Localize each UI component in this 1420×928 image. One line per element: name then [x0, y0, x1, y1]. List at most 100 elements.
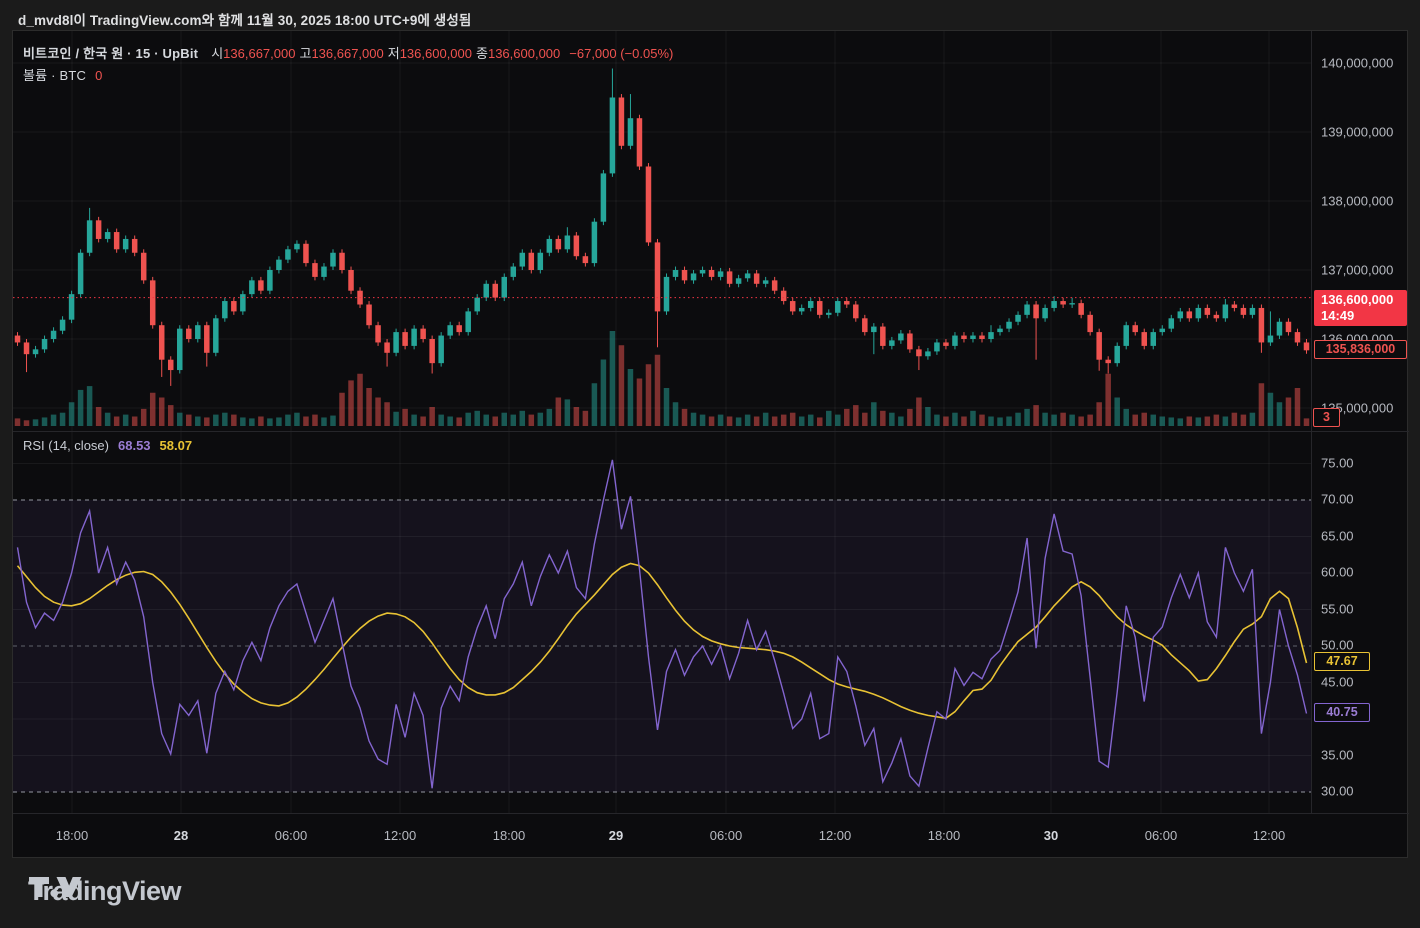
candle-body [592, 222, 598, 263]
volume-bar [700, 415, 706, 426]
rsi-axis-label: 50.00 [1321, 638, 1354, 653]
candle-body [628, 118, 634, 146]
candle-body [691, 273, 697, 280]
candle-body [123, 239, 129, 249]
candle-body [1295, 332, 1301, 342]
ohlc-value: 136,667,000 [223, 46, 295, 61]
volume-bar [826, 411, 832, 426]
candle-body [898, 333, 904, 340]
time-axis-label: 28 [174, 828, 188, 843]
candle-body [456, 325, 462, 332]
candle-body [1268, 336, 1274, 343]
rsi-pane[interactable]: RSI (14, close) 68.53 58.07 [13, 431, 1409, 813]
candle-body [943, 342, 949, 345]
candle-body [465, 311, 471, 332]
rsi-legend-title: RSI (14, close) [23, 438, 109, 453]
candle-body [276, 260, 282, 270]
candle-body [934, 342, 940, 351]
candle-body [429, 339, 435, 363]
volume-bar [664, 388, 670, 426]
candle-body [96, 220, 102, 239]
volume-bar [1024, 409, 1030, 426]
volume-bar [60, 413, 65, 426]
price-scale[interactable]: 136,600,000 14:49 135,836,000 3 140,000,… [1311, 31, 1409, 431]
candle-body [1141, 332, 1147, 346]
candle-body [1006, 322, 1012, 329]
rsi-axis-label: 70.00 [1321, 492, 1354, 507]
volume-bar [1105, 374, 1111, 426]
volume-bar [1295, 388, 1301, 426]
candle-body [186, 329, 192, 339]
candle-body [1187, 311, 1193, 318]
candle-body [610, 98, 616, 174]
volume-bar [258, 417, 264, 427]
time-axis-label: 12:00 [819, 828, 852, 843]
volume-bar [249, 418, 255, 426]
volume-bar [1151, 415, 1157, 426]
volume-bar [492, 417, 498, 427]
candle-body [961, 336, 967, 339]
volume-bar [916, 398, 922, 427]
volume-bar [583, 411, 589, 426]
ohlc-label: 시 [211, 46, 223, 61]
candle-body [727, 271, 733, 283]
ohlc-label: 고 [299, 46, 311, 61]
volume-bar [195, 417, 201, 427]
volume-bar [970, 411, 976, 426]
volume-bar [96, 407, 102, 426]
rsi-axis-label: 35.00 [1321, 747, 1354, 762]
volume-bar [168, 405, 174, 426]
candle-body [997, 329, 1003, 332]
price-chart-canvas[interactable] [13, 31, 1311, 431]
volume-bar [1051, 415, 1057, 426]
volume-value-badge: 3 [1313, 408, 1340, 427]
candle-body [240, 294, 246, 311]
volume-bar [1304, 418, 1310, 426]
candle-body [718, 271, 724, 277]
volume-bar [1232, 413, 1238, 426]
candle-body [529, 253, 535, 270]
volume-bar [1178, 418, 1184, 426]
time-scale[interactable]: 18:002806:0012:0018:002906:0012:0018:003… [13, 813, 1409, 858]
tradingview-logo[interactable]: TradingView [28, 876, 181, 907]
volume-bar [1241, 415, 1247, 426]
volume-bar [934, 415, 940, 426]
candle-body [213, 318, 219, 353]
candle-body [664, 277, 670, 312]
volume-bar [78, 390, 84, 426]
candle-body [808, 301, 814, 308]
volume-legend: 볼륨 · BTC 0 [23, 65, 102, 84]
volume-bar [1096, 402, 1102, 426]
volume-bar [808, 415, 814, 426]
candle-body [132, 239, 138, 253]
volume-bar [1006, 417, 1012, 427]
volume-bar [123, 415, 129, 426]
volume-bar [745, 415, 751, 426]
candle-body [141, 253, 147, 281]
volume-legend-label: 볼륨 · BTC [23, 65, 86, 84]
candle-body [1114, 346, 1120, 363]
rsi-chart-canvas[interactable] [13, 432, 1311, 813]
footer-bar: TradingView [0, 858, 1420, 928]
price-pane[interactable]: 비트코인 / 한국 원 · 15 · UpBit 시136,667,000고13… [13, 31, 1409, 431]
candle-body [303, 244, 309, 263]
tradingview-snapshot: d_mvd8l이 TradingView.com와 함께 11월 30, 202… [0, 0, 1420, 928]
volume-bar [835, 415, 841, 426]
volume-bar [222, 413, 228, 426]
price-axis-label: 140,000,000 [1321, 56, 1393, 71]
volume-bar [781, 415, 787, 426]
volume-bar [907, 409, 913, 426]
candle-body [294, 244, 300, 250]
candle-body [1241, 308, 1247, 315]
candle-body [1160, 329, 1166, 332]
volume-bar [637, 379, 643, 427]
candle-body [871, 327, 877, 333]
rsi-scale[interactable]: 47.67 40.75 75.0070.0065.0060.0055.0050.… [1311, 431, 1409, 813]
candle-body [177, 329, 183, 370]
candle-body [817, 301, 823, 315]
candle-body [348, 270, 354, 291]
candle-body [1250, 308, 1256, 315]
candle-body [601, 173, 607, 221]
candle-body [1277, 322, 1283, 336]
candle-body [447, 325, 453, 335]
